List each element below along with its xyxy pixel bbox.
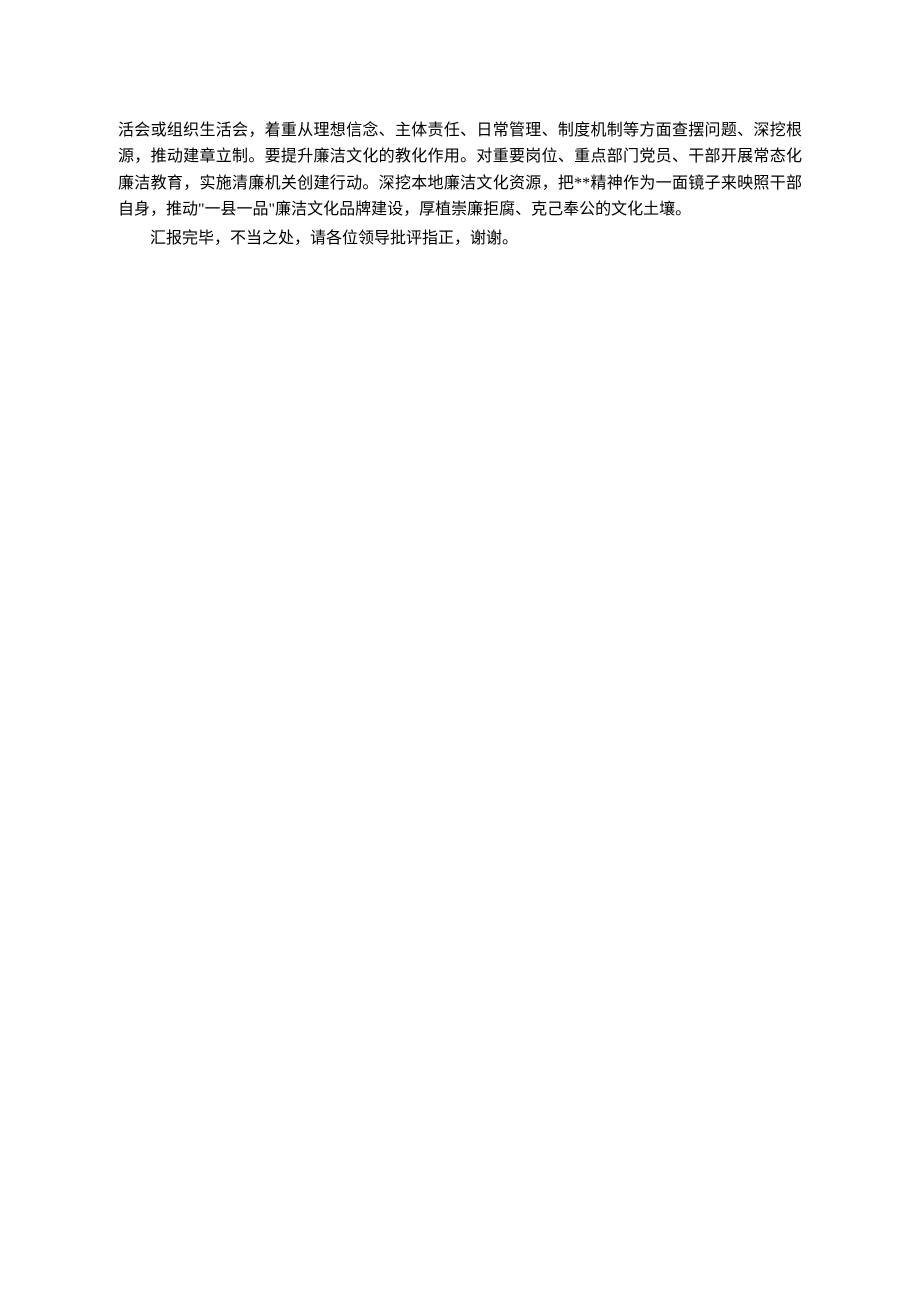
closing-paragraph: 汇报完毕，不当之处，请各位领导批评指正，谢谢。 [118, 226, 802, 252]
body-paragraph-1: 活会或组织生活会，着重从理想信念、主体责任、日常管理、制度机制等方面查摆问题、深… [118, 118, 802, 224]
document-page: 活会或组织生活会，着重从理想信念、主体责任、日常管理、制度机制等方面查摆问题、深… [0, 0, 920, 252]
